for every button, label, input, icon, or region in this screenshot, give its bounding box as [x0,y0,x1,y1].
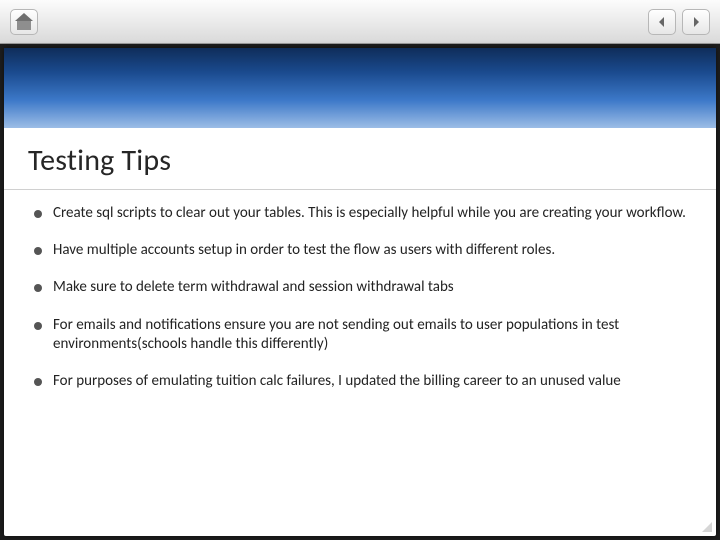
bullet-text: For emails and notifications ensure you … [53,316,686,354]
slide-area: Testing Tips Create sql scripts to clear… [0,44,720,540]
bullet-text: For purposes of emulating tuition calc f… [53,372,686,391]
prev-slide-button[interactable] [648,9,676,35]
toolbar-left [10,9,38,35]
home-icon [15,13,33,30]
page-corner-icon [702,522,712,532]
bullet-list: Create sql scripts to clear out your tab… [34,204,686,391]
home-button[interactable] [10,9,38,35]
list-item: Create sql scripts to clear out your tab… [34,204,686,223]
list-item: Make sure to delete term withdrawal and … [34,278,686,297]
list-item: For purposes of emulating tuition calc f… [34,372,686,391]
bullet-text: Have multiple accounts setup in order to… [53,241,686,260]
slide-content: Create sql scripts to clear out your tab… [4,190,716,536]
bullet-text: Create sql scripts to clear out your tab… [53,204,686,223]
bullet-icon [34,284,42,292]
toolbar-right [648,9,710,35]
bullet-icon [34,247,42,255]
chevron-left-icon [656,16,668,28]
bullet-icon [34,210,42,218]
slide: Testing Tips Create sql scripts to clear… [4,48,716,536]
next-slide-button[interactable] [682,9,710,35]
slide-banner [4,48,716,128]
viewer-toolbar [0,0,720,44]
list-item: Have multiple accounts setup in order to… [34,241,686,260]
bullet-icon [34,378,42,386]
chevron-right-icon [690,16,702,28]
bullet-text: Make sure to delete term withdrawal and … [53,278,686,297]
slide-title: Testing Tips [4,128,716,190]
bullet-icon [34,322,42,330]
list-item: For emails and notifications ensure you … [34,316,686,354]
